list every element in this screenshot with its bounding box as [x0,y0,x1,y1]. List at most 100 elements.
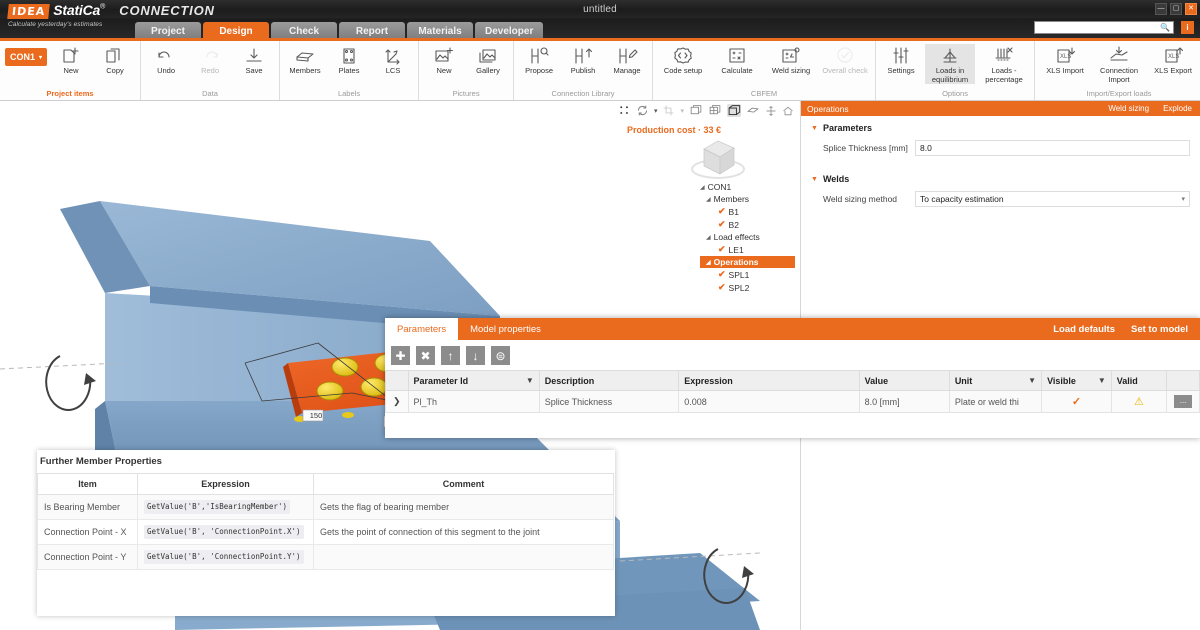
ribbon-button-weld-sizing[interactable]: Weld sizing [766,44,816,76]
maximize-button[interactable]: ▢ [1170,3,1182,15]
loads-percentage-icon [993,46,1015,66]
ribbon-button-members[interactable]: Members [285,44,325,76]
panel-section-header[interactable]: ▼Parameters [811,123,1190,133]
ribbon-button-undo[interactable]: Undo [146,44,186,76]
expander-icon[interactable]: ◢ [706,259,711,266]
tree-node-con1[interactable]: ◢CON1 [700,181,795,193]
ribbon-button-save[interactable]: Save [234,44,274,76]
further-member-properties-title: Further Member Properties [37,456,615,473]
ribbon-group-title: Connection Library [519,89,647,99]
delete-parameter-button[interactable]: ✖ [416,346,435,365]
ribbon-button-publish[interactable]: Publish [563,44,603,76]
tree-node-le1[interactable]: ✔LE1 [700,243,795,256]
solid-icon[interactable] [727,104,741,117]
fmp-cell-expression: GetValue('B','IsBearingMember') [138,495,314,520]
set-to-model-button[interactable]: Set to model [1131,324,1188,335]
row-more-icon[interactable]: ... [1174,395,1192,408]
ribbon-button-loads-percentage[interactable]: Loads - percentage [979,44,1029,84]
visibility-check-icon[interactable]: ✔ [718,244,726,255]
weld-sizing-action[interactable]: Weld sizing [1108,104,1149,113]
ribbon-button-lcs[interactable]: LCS [373,44,413,76]
help-icon[interactable]: i [1181,21,1194,34]
visible-check-icon[interactable]: ✓ [1072,396,1081,408]
section-icon[interactable] [746,104,760,117]
view-cube-icon[interactable] [688,129,748,185]
tree-node-b2[interactable]: ✔B2 [700,218,795,231]
project-item-selector[interactable]: CON1▾ [5,48,47,66]
ribbon-button-calculate[interactable]: Calculate [712,44,762,76]
logo-name: StatiCa [53,2,100,18]
tree-node-b1[interactable]: ✔B1 [700,205,795,218]
ribbon-button-propose[interactable]: Propose [519,44,559,76]
ribbon-group-cbfem: Code setupCalculateWeld sizingOverall ch… [653,41,876,100]
crop-icon[interactable] [662,104,675,117]
parameters-dialog-header: ParametersModel properties Load defaults… [385,318,1200,340]
panel-section-header[interactable]: ▼Welds [811,174,1190,184]
ribbon-button-code-setup[interactable]: Code setup [658,44,708,76]
parameters-table-header: Parameter Id▼DescriptionExpressionValueU… [386,371,1200,391]
row-more-button[interactable]: ... [1167,391,1200,413]
search-box[interactable]: 🔍 [1034,21,1174,34]
filter-icon[interactable]: ▼ [1098,376,1106,385]
ribbon-button-settings[interactable]: Settings [881,44,921,76]
tree-node-operations[interactable]: ◢Operations [700,256,795,268]
crop-dropdown-icon[interactable]: ▾ [680,107,684,115]
explode-action[interactable]: Explode [1163,104,1192,113]
ribbon-group-title: Project items [5,89,135,99]
ribbon-button-label: Code setup [664,67,702,76]
load-defaults-button[interactable]: Load defaults [1053,324,1115,335]
ribbon-group-title: Import/Export loads [1040,89,1198,99]
wireframe-icon[interactable] [708,104,722,117]
ribbon-group-title: Pictures [424,89,508,99]
filter-icon[interactable]: ▼ [1028,376,1036,385]
cell-visible[interactable]: ✓ [1042,391,1112,413]
link-parameter-button[interactable]: ⊜ [491,346,510,365]
tree-node-spl2[interactable]: ✔SPL2 [700,281,795,294]
ribbon-button-new[interactable]: New [51,44,91,76]
filter-icon[interactable]: ▼ [526,376,534,385]
visibility-check-icon[interactable]: ✔ [718,269,726,280]
minimize-button[interactable]: — [1155,3,1167,15]
cell-value: 8.0 [mm] [859,391,949,413]
ribbon-button-plates[interactable]: Plates [329,44,369,76]
ribbon-button-xls-import[interactable]: XLSXLS Import [1040,44,1090,76]
parameters-tab-parameters[interactable]: Parameters [385,318,458,340]
search-input[interactable] [1038,23,1160,32]
add-parameter-button[interactable]: ✚ [391,346,410,365]
expander-icon[interactable]: ◢ [700,184,705,191]
ribbon-button-gallery[interactable]: Gallery [468,44,508,76]
ribbon-toolbar: CON1▾NewCopyProject itemsUndoRedoSaveDat… [0,41,1200,101]
ribbon-button-loads-in-equilibrium[interactable]: Loads in equilibrium [925,44,975,84]
move-down-button[interactable]: ↓ [466,346,485,365]
expander-icon[interactable]: ◢ [706,196,711,203]
parameters-tab-model-properties[interactable]: Model properties [458,318,553,340]
tree-node-label: SPL2 [729,283,750,293]
tree-node-load effects[interactable]: ◢Load effects [700,231,795,243]
ribbon-button-manage[interactable]: Manage [607,44,647,76]
parameters-table-row[interactable]: ❯Pl_ThSplice Thickness0.0088.0 [mm]Plate… [386,391,1200,413]
visibility-check-icon[interactable]: ✔ [718,219,726,230]
visibility-check-icon[interactable]: ✔ [718,206,726,217]
pan-icon[interactable] [765,105,777,117]
ribbon-button-connection-import[interactable]: Connection Import [1094,44,1144,84]
ribbon-button-xls-export[interactable]: XLSXLS Export [1148,44,1198,76]
rotate-icon[interactable] [636,104,649,117]
ribbon-button-label: Publish [571,67,596,76]
panel-field-select[interactable]: To capacity estimation▾ [915,191,1190,207]
ribbon-button-new[interactable]: New [424,44,464,76]
tree-node-members[interactable]: ◢Members [700,193,795,205]
ribbon-group-project-items: CON1▾NewCopy Project items [0,41,141,100]
visibility-check-icon[interactable]: ✔ [718,282,726,293]
propose-icon [528,46,550,66]
move-up-button[interactable]: ↑ [441,346,460,365]
close-button[interactable]: ✕ [1185,3,1197,15]
rotate-dropdown-icon[interactable]: ▾ [654,107,658,115]
home-icon[interactable] [782,105,794,117]
nodes-icon[interactable] [618,104,631,117]
expander-icon[interactable]: ◢ [706,234,711,241]
ribbon-button-copy[interactable]: Copy [95,44,135,76]
transparency-icon[interactable] [689,104,703,117]
tree-node-spl1[interactable]: ✔SPL1 [700,268,795,281]
panel-field-input[interactable]: 8.0 [915,140,1190,156]
row-expander-icon[interactable]: ❯ [386,391,409,413]
